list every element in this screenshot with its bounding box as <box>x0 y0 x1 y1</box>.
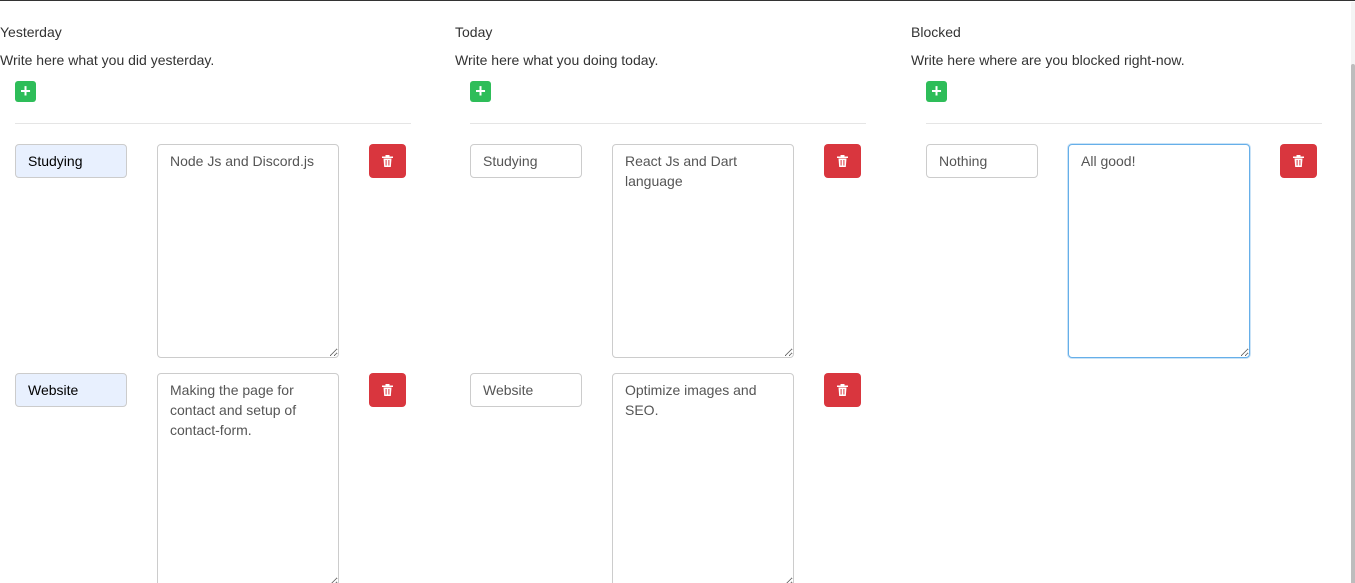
add-entry-button[interactable]: + <box>470 81 491 102</box>
delete-entry-button[interactable] <box>369 373 406 407</box>
trash-icon <box>382 155 393 167</box>
add-entry-button[interactable]: + <box>15 81 36 102</box>
trash-icon <box>382 384 393 396</box>
trash-icon <box>1293 155 1304 167</box>
delete-entry-button[interactable] <box>824 373 861 407</box>
entry-text-area[interactable]: React Js and Dart language <box>612 144 794 358</box>
entry-text-area[interactable]: Making the page for contact and setup of… <box>157 373 339 583</box>
page-scrollbar[interactable] <box>1351 2 1355 583</box>
entry-title-input[interactable] <box>15 373 127 407</box>
column-title: Blocked <box>911 24 961 40</box>
entry-title-input[interactable] <box>926 144 1038 178</box>
entry-title-input[interactable] <box>470 373 582 407</box>
trash-icon <box>837 384 848 396</box>
delete-entry-button[interactable] <box>369 144 406 178</box>
plus-icon: + <box>931 81 942 101</box>
column-description: Write here where are you blocked right-n… <box>911 52 1185 68</box>
column-description: Write here what you did yesterday. <box>0 52 215 68</box>
plus-icon: + <box>475 81 486 101</box>
plus-icon: + <box>20 81 31 101</box>
entry-title-input[interactable] <box>15 144 127 178</box>
entry-title-input[interactable] <box>470 144 582 178</box>
add-entry-button[interactable]: + <box>926 81 947 102</box>
divider <box>926 123 1322 124</box>
column-title: Yesterday <box>0 24 62 40</box>
delete-entry-button[interactable] <box>824 144 861 178</box>
entry-text-area[interactable]: All good! <box>1068 144 1250 358</box>
divider <box>470 123 866 124</box>
divider <box>15 123 411 124</box>
column-title: Today <box>455 24 493 40</box>
entry-text-area[interactable]: Optimize images and SEO. <box>612 373 794 583</box>
scrollbar-thumb[interactable] <box>1351 64 1355 583</box>
column-description: Write here what you doing today. <box>455 52 659 68</box>
entry-text-area[interactable]: Node Js and Discord.js <box>157 144 339 358</box>
delete-entry-button[interactable] <box>1280 144 1317 178</box>
trash-icon <box>837 155 848 167</box>
standup-board: Yesterday Write here what you did yester… <box>0 0 1355 583</box>
